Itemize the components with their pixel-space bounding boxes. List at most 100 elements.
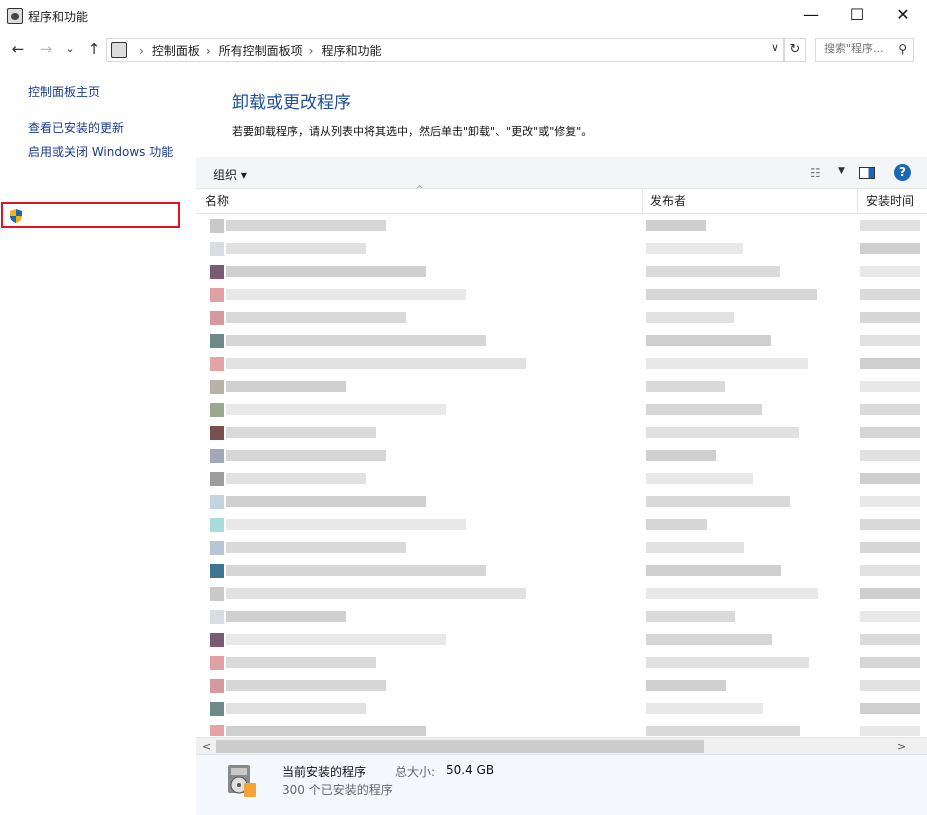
- install-date-redacted: [860, 266, 920, 277]
- program-icon: [210, 380, 224, 394]
- table-row[interactable]: [196, 559, 927, 581]
- scrollbar-thumb[interactable]: [216, 740, 704, 753]
- breadcrumb-control-panel[interactable]: 控制面板: [152, 44, 200, 58]
- table-row[interactable]: [196, 237, 927, 259]
- table-row[interactable]: [196, 582, 927, 604]
- table-row[interactable]: [196, 283, 927, 305]
- forward-button[interactable]: →: [36, 39, 56, 59]
- column-divider[interactable]: [642, 189, 643, 213]
- install-date-redacted: [860, 473, 920, 484]
- breadcrumb-separator[interactable]: ›: [309, 44, 314, 58]
- table-row[interactable]: [196, 260, 927, 282]
- view-options-icon[interactable]: ☷: [810, 166, 821, 180]
- table-row[interactable]: [196, 329, 927, 351]
- chevron-down-icon[interactable]: ∨: [771, 41, 779, 54]
- program-name-redacted: [226, 542, 406, 553]
- install-date-redacted: [860, 289, 920, 300]
- table-row[interactable]: [196, 467, 927, 489]
- program-name-redacted: [226, 611, 346, 622]
- minimize-button[interactable]: —: [788, 0, 834, 32]
- table-row[interactable]: [196, 513, 927, 535]
- table-row[interactable]: [196, 490, 927, 512]
- programs-features-icon: [7, 8, 23, 24]
- program-name-redacted: [226, 588, 526, 599]
- installed-count: 300 个已安装的程序: [282, 783, 393, 797]
- sidebar-link-windows-features[interactable]: 启用或关闭 Windows 功能: [28, 143, 173, 160]
- program-icon: [210, 219, 224, 233]
- search-box[interactable]: ⚲: [815, 38, 914, 62]
- highlight-box: [1, 202, 180, 228]
- sidebar-link-updates[interactable]: 查看已安装的更新: [28, 119, 124, 136]
- program-icon: [210, 495, 224, 509]
- publisher-redacted: [646, 312, 734, 323]
- table-row[interactable]: [196, 306, 927, 328]
- maximize-button[interactable]: ☐: [834, 0, 880, 32]
- up-button[interactable]: ↑: [84, 39, 104, 59]
- program-icon: [210, 403, 224, 417]
- back-button[interactable]: ←: [8, 39, 28, 59]
- program-icon: [210, 702, 224, 716]
- organize-button[interactable]: 组织 ▾: [213, 166, 247, 183]
- column-header-row: ^ 名称 发布者 安装时间: [196, 185, 927, 214]
- sidebar-link-home[interactable]: 控制面板主页: [28, 83, 100, 100]
- table-row[interactable]: [196, 651, 927, 673]
- column-header-name[interactable]: 名称: [205, 189, 635, 213]
- refresh-button[interactable]: ↻: [784, 38, 806, 62]
- toolbar: 组织 ▾ ☷ ▼ ?: [196, 157, 927, 189]
- install-date-redacted: [860, 243, 920, 254]
- program-icon: [210, 265, 224, 279]
- view-dropdown-icon[interactable]: ▼: [838, 166, 845, 176]
- close-button[interactable]: ✕: [880, 0, 926, 32]
- table-row[interactable]: [196, 536, 927, 558]
- table-row[interactable]: [196, 352, 927, 374]
- column-header-publisher[interactable]: 发布者: [650, 189, 850, 213]
- publisher-redacted: [646, 657, 809, 668]
- breadcrumb-separator[interactable]: ›: [206, 44, 211, 58]
- publisher-redacted: [646, 358, 808, 369]
- program-list[interactable]: [196, 214, 927, 736]
- table-row[interactable]: [196, 674, 927, 696]
- program-name-redacted: [226, 565, 486, 576]
- horizontal-scrollbar[interactable]: < >: [196, 737, 927, 755]
- table-row[interactable]: [196, 605, 927, 627]
- program-icon: [210, 334, 224, 348]
- program-icon: [210, 242, 224, 256]
- program-icon: [210, 357, 224, 371]
- preview-pane-icon[interactable]: [859, 167, 875, 179]
- table-row[interactable]: [196, 421, 927, 443]
- publisher-redacted: [646, 289, 817, 300]
- program-name-redacted: [226, 726, 426, 736]
- table-row[interactable]: [196, 214, 927, 236]
- program-name-redacted: [226, 358, 526, 369]
- scroll-left-button[interactable]: <: [202, 738, 211, 755]
- details-pane: 当前安装的程序 总大小: 50.4 GB 300 个已安装的程序: [196, 754, 927, 815]
- table-row[interactable]: [196, 444, 927, 466]
- publisher-redacted: [646, 726, 800, 736]
- column-header-install-date[interactable]: 安装时间: [866, 189, 918, 213]
- breadcrumb-all-items[interactable]: 所有控制面板项: [219, 44, 303, 58]
- install-date-redacted: [860, 335, 920, 346]
- shield-icon: [10, 209, 22, 223]
- table-row[interactable]: [196, 628, 927, 650]
- program-name-redacted: [226, 220, 386, 231]
- publisher-redacted: [646, 381, 725, 392]
- install-date-redacted: [860, 726, 920, 736]
- program-name-redacted: [226, 427, 376, 438]
- table-row[interactable]: [196, 720, 927, 736]
- table-row[interactable]: [196, 697, 927, 719]
- address-bar[interactable]: › 控制面板 › 所有控制面板项 › 程序和功能 ∨: [106, 38, 784, 62]
- search-icon[interactable]: ⚲: [898, 42, 907, 56]
- program-icon: [210, 518, 224, 532]
- table-row[interactable]: [196, 398, 927, 420]
- scroll-right-button[interactable]: >: [897, 738, 906, 755]
- help-icon[interactable]: ?: [894, 164, 911, 181]
- search-input[interactable]: [824, 42, 894, 55]
- program-name-redacted: [226, 657, 376, 668]
- publisher-redacted: [646, 588, 818, 599]
- program-name-redacted: [226, 519, 466, 530]
- publisher-redacted: [646, 427, 799, 438]
- recent-locations-button[interactable]: ⌄: [60, 39, 80, 59]
- breadcrumb-programs[interactable]: 程序和功能: [321, 44, 381, 58]
- column-divider[interactable]: [857, 189, 858, 213]
- table-row[interactable]: [196, 375, 927, 397]
